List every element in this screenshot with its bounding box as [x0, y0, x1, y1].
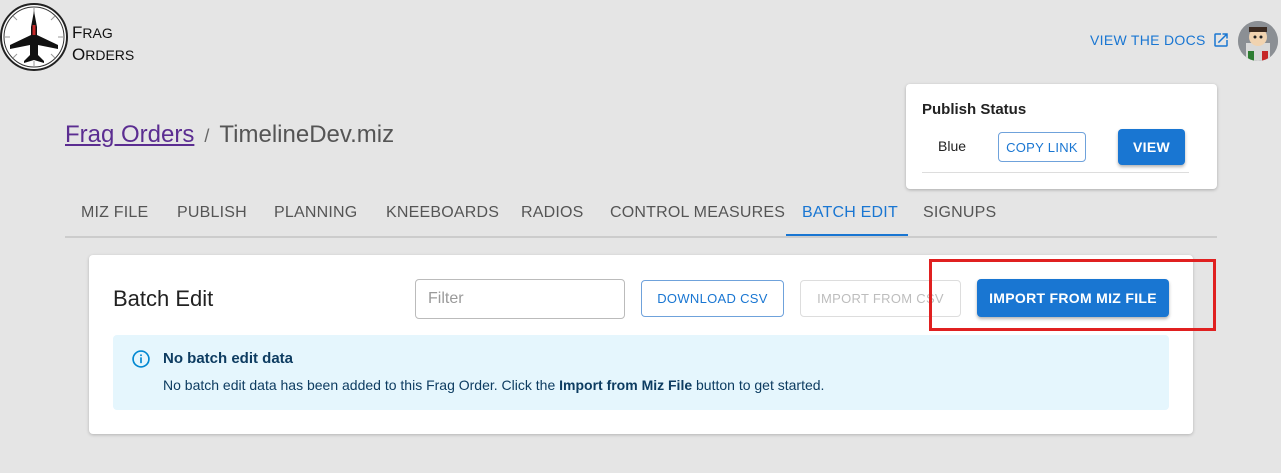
tab-publish[interactable]: PUBLISH [177, 204, 247, 222]
copy-link-button[interactable]: COPY LINK [998, 132, 1086, 162]
view-docs-link[interactable]: VIEW THE DOCS [1090, 31, 1230, 49]
info-alert: No batch edit data No batch edit data ha… [113, 335, 1169, 410]
tab-control-measures[interactable]: CONTROL MEASURES [610, 204, 785, 222]
tab-kneeboards[interactable]: KNEEBOARDS [386, 204, 499, 222]
breadcrumb-separator: / [204, 126, 210, 146]
filter-input[interactable] [415, 279, 625, 319]
view-publish-button[interactable]: VIEW [1118, 129, 1185, 165]
publish-divider [922, 172, 1189, 173]
highlight-annotation-box [929, 259, 1216, 331]
view-docs-label: VIEW THE DOCS [1090, 32, 1206, 48]
info-icon [132, 350, 150, 368]
publish-status-card: Publish Status Blue COPY LINK VIEW [906, 84, 1217, 189]
publish-team-label: Blue [938, 138, 967, 154]
tab-bar: MIZ FILE PUBLISH PLANNING KNEEBOARDS RAD… [65, 189, 1217, 238]
active-tab-indicator [786, 234, 908, 236]
external-link-icon [1213, 33, 1228, 47]
batch-edit-title: Batch Edit [113, 286, 214, 311]
tab-planning[interactable]: PLANNING [274, 204, 357, 222]
breadcrumb-current: TimelineDev.miz [219, 121, 395, 148]
alert-body-prefix: No batch edit data has been added to thi… [163, 377, 560, 393]
tab-signups[interactable]: SIGNUPS [923, 204, 996, 222]
jet-logo-icon [3, 6, 65, 68]
avatar-image-icon [1238, 21, 1278, 61]
download-csv-button[interactable]: DOWNLOAD CSV [641, 280, 784, 317]
alert-body: No batch edit data has been added to thi… [163, 377, 824, 393]
publish-status-title: Publish Status [922, 101, 1027, 118]
brand-name: FRAG ORDERS [72, 23, 135, 64]
alert-body-suffix: button to get started. [692, 377, 825, 393]
breadcrumb-root-link[interactable]: Frag Orders [65, 121, 194, 149]
alert-body-bold: Import from Miz File [559, 377, 693, 393]
alert-title: No batch edit data [163, 350, 294, 367]
tab-radios[interactable]: RADIOS [521, 204, 584, 222]
tab-batch-edit[interactable]: BATCH EDIT [802, 204, 898, 222]
tab-miz-file[interactable]: MIZ FILE [81, 204, 148, 222]
frag-orders-logo[interactable] [0, 3, 68, 71]
user-avatar[interactable] [1238, 21, 1278, 61]
breadcrumb: Frag Orders / TimelineDev.miz [65, 121, 394, 149]
